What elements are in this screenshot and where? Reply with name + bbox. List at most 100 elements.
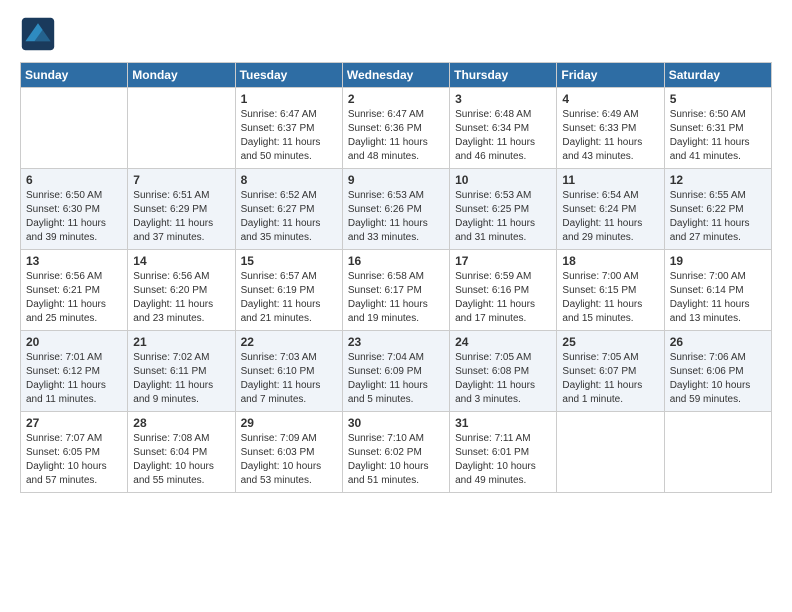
calendar-cell: 21 Sunrise: 7:02 AM Sunset: 6:11 PM Dayli…	[128, 331, 235, 412]
calendar-cell: 29Sunrise: 7:09 AM Sunset: 6:03 PM Dayli…	[235, 412, 342, 493]
calendar-cell: 13Sunrise: 6:56 AM Sunset: 6:21 PM Dayli…	[21, 250, 128, 331]
calendar-cell: 27 Sunrise: 7:07 AM Sunset: 6:05 PM Dayli…	[21, 412, 128, 493]
calendar-cell: 22 Sunrise: 7:03 AM Sunset: 6:10 PM Dayli…	[235, 331, 342, 412]
day-info: Sunrise: 7:02 AM Sunset: 6:11 PM Dayligh…	[133, 351, 229, 407]
calendar-cell: 19Sunrise: 7:00 AM Sunset: 6:14 PM Dayli…	[664, 250, 771, 331]
day-info: Sunrise: 7:06 AM Sunset: 6:06 PM Dayligh…	[670, 351, 766, 407]
calendar-cell: 5Sunrise: 6:50 AM Sunset: 6:31 PM Daylig…	[664, 88, 771, 169]
calendar-cell	[664, 412, 771, 493]
calendar-cell	[21, 88, 128, 169]
calendar-cell: 6 Sunrise: 6:50 AM Sunset: 6:30 PM Daylig…	[21, 169, 128, 250]
day-info: Sunrise: 6:56 AM Sunset: 6:20 PM Dayligh…	[133, 270, 229, 326]
calendar-cell: 31 Sunrise: 7:11 AM Sunset: 6:01 PM Dayli…	[450, 412, 557, 493]
day-info: Sunrise: 6:53 AM Sunset: 6:25 PM Dayligh…	[455, 189, 551, 245]
calendar-cell	[128, 88, 235, 169]
day-number: 2	[348, 92, 444, 106]
day-info: Sunrise: 7:07 AM Sunset: 6:05 PM Dayligh…	[26, 432, 122, 488]
logo-icon	[20, 16, 56, 52]
day-info: Sunrise: 7:11 AM Sunset: 6:01 PM Dayligh…	[455, 432, 551, 488]
day-number: 31	[455, 416, 551, 430]
day-info: Sunrise: 7:05 AM Sunset: 6:08 PM Dayligh…	[455, 351, 551, 407]
day-info: Sunrise: 7:08 AM Sunset: 6:04 PM Dayligh…	[133, 432, 229, 488]
day-number: 30	[348, 416, 444, 430]
weekday-header-cell: Thursday	[450, 63, 557, 88]
calendar-cell: 2 Sunrise: 6:47 AM Sunset: 6:36 PM Daylig…	[342, 88, 449, 169]
weekday-header-cell: Monday	[128, 63, 235, 88]
day-number: 19	[670, 254, 766, 268]
weekday-header-cell: Wednesday	[342, 63, 449, 88]
day-info: Sunrise: 7:09 AM Sunset: 6:03 PM Dayligh…	[241, 432, 337, 488]
day-number: 23	[348, 335, 444, 349]
day-info: Sunrise: 6:59 AM Sunset: 6:16 PM Dayligh…	[455, 270, 551, 326]
day-info: Sunrise: 6:53 AM Sunset: 6:26 PM Dayligh…	[348, 189, 444, 245]
calendar-cell: 24 Sunrise: 7:05 AM Sunset: 6:08 PM Dayli…	[450, 331, 557, 412]
day-number: 8	[241, 173, 337, 187]
day-number: 25	[562, 335, 658, 349]
weekday-header-cell: Sunday	[21, 63, 128, 88]
day-number: 27	[26, 416, 122, 430]
calendar-week-row: 1 Sunrise: 6:47 AM Sunset: 6:37 PM Daylig…	[21, 88, 772, 169]
calendar-week-row: 20 Sunrise: 7:01 AM Sunset: 6:12 PM Dayli…	[21, 331, 772, 412]
day-info: Sunrise: 6:54 AM Sunset: 6:24 PM Dayligh…	[562, 189, 658, 245]
day-info: Sunrise: 6:47 AM Sunset: 6:36 PM Dayligh…	[348, 108, 444, 164]
day-number: 21	[133, 335, 229, 349]
calendar-cell: 4Sunrise: 6:49 AM Sunset: 6:33 PM Daylig…	[557, 88, 664, 169]
day-info: Sunrise: 6:47 AM Sunset: 6:37 PM Dayligh…	[241, 108, 337, 164]
day-number: 15	[241, 254, 337, 268]
calendar-cell: 20 Sunrise: 7:01 AM Sunset: 6:12 PM Dayli…	[21, 331, 128, 412]
day-number: 4	[562, 92, 658, 106]
day-number: 16	[348, 254, 444, 268]
weekday-header-cell: Tuesday	[235, 63, 342, 88]
calendar-cell: 11 Sunrise: 6:54 AM Sunset: 6:24 PM Dayli…	[557, 169, 664, 250]
day-number: 3	[455, 92, 551, 106]
day-info: Sunrise: 6:52 AM Sunset: 6:27 PM Dayligh…	[241, 189, 337, 245]
day-number: 5	[670, 92, 766, 106]
calendar-cell: 12Sunrise: 6:55 AM Sunset: 6:22 PM Dayli…	[664, 169, 771, 250]
day-number: 22	[241, 335, 337, 349]
calendar-table: SundayMondayTuesdayWednesdayThursdayFrid…	[20, 62, 772, 493]
page-header	[20, 16, 772, 52]
calendar-cell: 18 Sunrise: 7:00 AM Sunset: 6:15 PM Dayli…	[557, 250, 664, 331]
calendar-cell: 14 Sunrise: 6:56 AM Sunset: 6:20 PM Dayli…	[128, 250, 235, 331]
logo	[20, 16, 62, 52]
weekday-header-row: SundayMondayTuesdayWednesdayThursdayFrid…	[21, 63, 772, 88]
calendar-cell: 3Sunrise: 6:48 AM Sunset: 6:34 PM Daylig…	[450, 88, 557, 169]
weekday-header-cell: Saturday	[664, 63, 771, 88]
day-info: Sunrise: 6:50 AM Sunset: 6:30 PM Dayligh…	[26, 189, 122, 245]
day-number: 1	[241, 92, 337, 106]
calendar-week-row: 27 Sunrise: 7:07 AM Sunset: 6:05 PM Dayli…	[21, 412, 772, 493]
day-number: 13	[26, 254, 122, 268]
day-info: Sunrise: 7:04 AM Sunset: 6:09 PM Dayligh…	[348, 351, 444, 407]
day-number: 6	[26, 173, 122, 187]
day-number: 20	[26, 335, 122, 349]
calendar-cell: 28Sunrise: 7:08 AM Sunset: 6:04 PM Dayli…	[128, 412, 235, 493]
calendar-cell: 7Sunrise: 6:51 AM Sunset: 6:29 PM Daylig…	[128, 169, 235, 250]
day-number: 9	[348, 173, 444, 187]
calendar-cell: 1 Sunrise: 6:47 AM Sunset: 6:37 PM Daylig…	[235, 88, 342, 169]
day-number: 17	[455, 254, 551, 268]
calendar-cell: 16 Sunrise: 6:58 AM Sunset: 6:17 PM Dayli…	[342, 250, 449, 331]
calendar-week-row: 6 Sunrise: 6:50 AM Sunset: 6:30 PM Daylig…	[21, 169, 772, 250]
calendar-cell: 15Sunrise: 6:57 AM Sunset: 6:19 PM Dayli…	[235, 250, 342, 331]
day-number: 12	[670, 173, 766, 187]
day-info: Sunrise: 7:10 AM Sunset: 6:02 PM Dayligh…	[348, 432, 444, 488]
calendar-cell: 26 Sunrise: 7:06 AM Sunset: 6:06 PM Dayli…	[664, 331, 771, 412]
calendar-cell: 9 Sunrise: 6:53 AM Sunset: 6:26 PM Daylig…	[342, 169, 449, 250]
calendar-cell: 8 Sunrise: 6:52 AM Sunset: 6:27 PM Daylig…	[235, 169, 342, 250]
day-info: Sunrise: 7:03 AM Sunset: 6:10 PM Dayligh…	[241, 351, 337, 407]
calendar-body: 1 Sunrise: 6:47 AM Sunset: 6:37 PM Daylig…	[21, 88, 772, 493]
day-number: 18	[562, 254, 658, 268]
day-info: Sunrise: 6:58 AM Sunset: 6:17 PM Dayligh…	[348, 270, 444, 326]
day-number: 14	[133, 254, 229, 268]
day-number: 24	[455, 335, 551, 349]
calendar-cell: 17 Sunrise: 6:59 AM Sunset: 6:16 PM Dayli…	[450, 250, 557, 331]
calendar-cell	[557, 412, 664, 493]
calendar-week-row: 13Sunrise: 6:56 AM Sunset: 6:21 PM Dayli…	[21, 250, 772, 331]
weekday-header-cell: Friday	[557, 63, 664, 88]
day-number: 26	[670, 335, 766, 349]
day-number: 7	[133, 173, 229, 187]
day-info: Sunrise: 7:00 AM Sunset: 6:15 PM Dayligh…	[562, 270, 658, 326]
calendar-cell: 25Sunrise: 7:05 AM Sunset: 6:07 PM Dayli…	[557, 331, 664, 412]
day-number: 11	[562, 173, 658, 187]
day-info: Sunrise: 7:01 AM Sunset: 6:12 PM Dayligh…	[26, 351, 122, 407]
